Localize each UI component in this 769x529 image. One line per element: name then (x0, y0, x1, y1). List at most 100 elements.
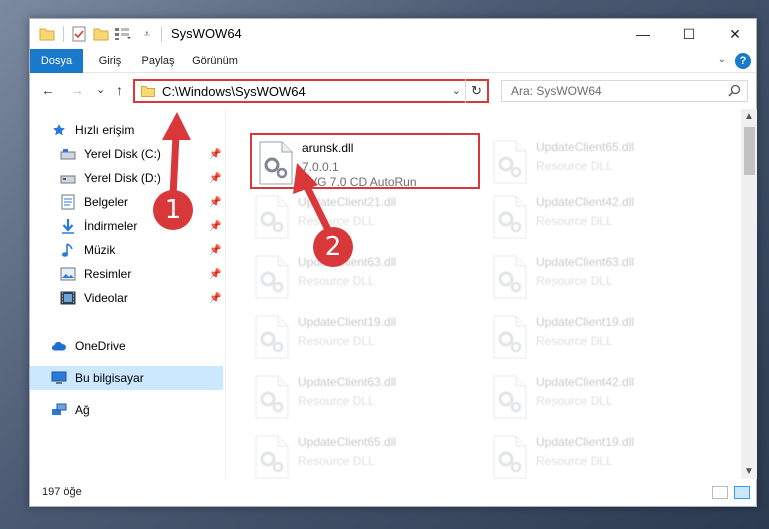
address-path[interactable]: C:\Windows\SysWOW64 (162, 84, 306, 99)
sidebar-item-label: Müzik (84, 243, 116, 257)
dll-file-icon (254, 435, 290, 479)
pin-icon[interactable]: 📌 (209, 173, 221, 184)
sidebar-item-label: Yerel Disk (C:) (84, 147, 161, 161)
file-tile[interactable]: UpdateClient42.dll Resource DLL (486, 369, 716, 425)
file-tile[interactable]: UpdateClient19.dll Resource DLL (486, 309, 716, 365)
tab-paylas[interactable]: Paylaş (133, 49, 183, 73)
file-name: UpdateClient63.dll (298, 375, 397, 389)
close-button[interactable]: ✕ (712, 19, 758, 49)
sidebar-item-label: İndirmeler (84, 219, 138, 233)
file-detail: Resource DLL (536, 334, 613, 348)
up-button[interactable]: ↑ (116, 82, 123, 98)
sidebar-item-label: Ağ (75, 403, 90, 417)
search-icon[interactable] (728, 84, 741, 100)
sidebar-item-local-disk-d[interactable]: Yerel Disk (D:) 📌 (30, 166, 223, 190)
minimize-button[interactable]: — (620, 19, 666, 49)
forward-button[interactable]: → (70, 82, 84, 98)
sidebar-item-downloads[interactable]: İndirmeler 📌 (30, 214, 223, 238)
file-name: UpdateClient65.dll (298, 435, 397, 449)
scroll-down-icon[interactable]: ▼ (744, 466, 754, 477)
file-detail: Resource DLL (298, 454, 375, 468)
folder-icon (39, 26, 55, 42)
drive-icon (60, 170, 76, 186)
status-bar: 197 öğe (30, 479, 756, 506)
sidebar-item-label: OneDrive (75, 339, 126, 353)
toolbar-separator (63, 26, 64, 42)
sidebar-item-this-pc[interactable]: Bu bilgisayar (30, 366, 223, 390)
target-file-tile[interactable]: arunsk.dll 7.0.0.1 AVG 7.0 CD AutoRun (250, 133, 480, 189)
sidebar-item-videos[interactable]: Videolar 📌 (30, 286, 223, 310)
file-name: UpdateClient65.dll (536, 140, 635, 154)
file-name: UpdateClient19.dll (536, 315, 635, 329)
pin-icon[interactable]: 📌 (209, 149, 221, 160)
refresh-button[interactable]: ↻ (465, 79, 487, 103)
file-tile[interactable]: UpdateClient65.dll Resource DLL (248, 429, 478, 479)
file-tile[interactable]: UpdateClient63.dll Resource DLL (248, 369, 478, 425)
sidebar-item-label: Videolar (84, 291, 128, 305)
sidebar-item-local-disk-c[interactable]: Yerel Disk (C:) 📌 (30, 142, 223, 166)
sidebar-item-quick-access[interactable]: Hızlı erişim (30, 118, 223, 142)
dll-file-icon (254, 255, 290, 299)
search-box[interactable]: Ara: SysWOW64 (501, 80, 748, 102)
details-view-icon[interactable] (712, 486, 728, 499)
help-button[interactable]: ? (735, 53, 751, 69)
vertical-scrollbar[interactable]: ▲ ▼ (741, 109, 757, 479)
tiles-view-icon[interactable] (734, 486, 750, 499)
chevron-down-icon[interactable]: ⌄ (452, 84, 461, 97)
file-detail: Resource DLL (298, 334, 375, 348)
properties-icon[interactable] (71, 26, 87, 42)
folder-icon (141, 85, 155, 100)
sidebar-item-network[interactable]: Ağ (30, 398, 223, 422)
navigation-pane: Hızlı erişim Yerel Disk (C:) 📌 Yerel Dis… (30, 109, 225, 479)
dll-file-icon (254, 375, 290, 419)
file-name: UpdateClient42.dll (536, 375, 635, 389)
file-name: UpdateClient63.dll (536, 255, 635, 269)
pin-icon[interactable]: 📌 (209, 245, 221, 256)
scrollbar-thumb[interactable] (744, 127, 755, 175)
sidebar-item-label: Hızlı erişim (75, 123, 135, 137)
address-bar[interactable]: C:\Windows\SysWOW64 ⌄ ↻ (133, 79, 489, 103)
dll-file-icon (492, 315, 528, 359)
search-input[interactable]: Ara: SysWOW64 (511, 84, 602, 98)
file-tile[interactable]: UpdateClient63.dll Resource DLL (486, 249, 716, 305)
scroll-up-icon[interactable]: ▲ (744, 111, 754, 122)
file-name: UpdateClient19.dll (298, 315, 397, 329)
sidebar-item-documents[interactable]: Belgeler 📌 (30, 190, 223, 214)
ribbon-tabs: Dosya Giriş Paylaş Görünüm ⌄ ? (30, 49, 756, 105)
file-name: UpdateClient21.dll (298, 195, 397, 209)
file-tile[interactable]: UpdateClient19.dll Resource DLL (248, 309, 478, 365)
videos-icon (60, 290, 76, 306)
file-tile[interactable]: UpdateClient63.dll Resource DLL (248, 249, 478, 305)
dll-file-icon (492, 375, 528, 419)
file-tile[interactable]: UpdateClient65.dll Resource DLL (486, 134, 716, 190)
dll-file-icon (492, 195, 528, 239)
sidebar-item-label: Resimler (84, 267, 132, 281)
sidebar-item-music[interactable]: Müzik 📌 (30, 238, 223, 262)
pin-icon[interactable]: 📌 (209, 293, 221, 304)
dll-file-icon (492, 140, 528, 184)
file-tile[interactable]: UpdateClient21.dll Resource DLL (248, 189, 478, 245)
maximize-button[interactable]: ☐ (666, 19, 712, 49)
tab-gorunum[interactable]: Görünüm (185, 49, 245, 73)
customize-toolbar-icon[interactable]: ⩡ (144, 26, 150, 42)
file-tile[interactable]: UpdateClient42.dll Resource DLL (486, 189, 716, 245)
sidebar-item-label: Yerel Disk (D:) (84, 171, 161, 185)
network-icon (51, 402, 67, 418)
recent-locations-button[interactable]: ⌄ (96, 83, 105, 96)
title-bar: ⩡ SysWOW64 — ☐ ✕ (30, 19, 756, 49)
pin-icon[interactable]: 📌 (209, 221, 221, 232)
tab-giris[interactable]: Giriş (88, 49, 132, 73)
back-button[interactable]: ← (41, 82, 55, 98)
pin-icon[interactable]: 📌 (209, 269, 221, 280)
pin-icon[interactable]: 📌 (209, 197, 221, 208)
file-detail: Resource DLL (298, 394, 375, 408)
star-icon (51, 122, 67, 138)
pictures-icon (60, 266, 76, 282)
file-tile[interactable]: UpdateClient19.dll Resource DLL (486, 429, 716, 479)
sidebar-item-onedrive[interactable]: OneDrive (30, 334, 223, 358)
chevron-down-icon[interactable]: ⌄ (718, 54, 726, 65)
file-detail: Resource DLL (536, 454, 613, 468)
view-options-icon[interactable] (114, 26, 132, 42)
new-folder-icon[interactable] (93, 26, 109, 42)
sidebar-item-pictures[interactable]: Resimler 📌 (30, 262, 223, 286)
